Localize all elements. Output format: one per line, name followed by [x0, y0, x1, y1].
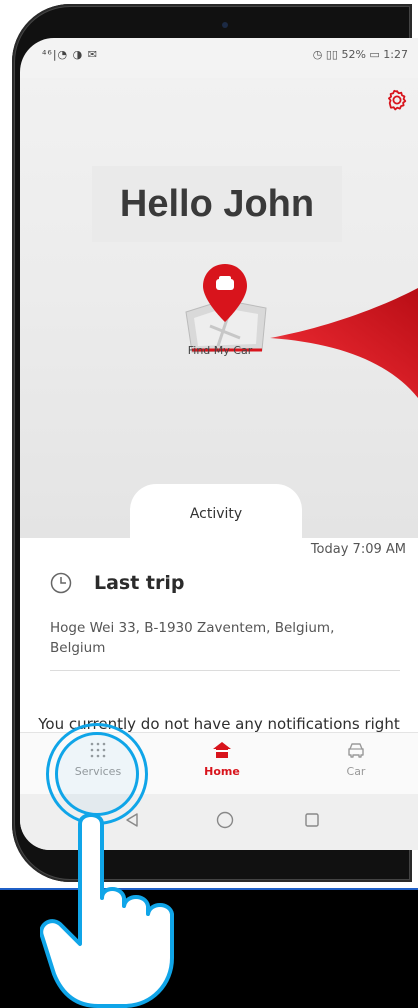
status-bar: ⁴⁶|◔ ◑ ✉ ◷ ▯▯ 52% ▭ 1:27	[20, 38, 418, 78]
gear-icon[interactable]	[385, 88, 409, 112]
tab-activity[interactable]: Activity	[130, 484, 302, 544]
nav-home[interactable]: Home	[182, 741, 262, 778]
pointing-hand-icon	[40, 813, 174, 1008]
tab-bar: Activity	[20, 484, 418, 544]
clock-icon	[50, 572, 72, 594]
status-left-icons: ⁴⁶|◔ ◑ ✉	[42, 48, 98, 61]
greeting-banner: Hello John	[92, 166, 342, 242]
divider	[50, 670, 400, 671]
tab-activity-label: Activity	[189, 506, 243, 522]
nav-home-label: Home	[204, 765, 240, 778]
tap-indicator-inner-ring	[55, 732, 139, 816]
nav-car[interactable]: Car	[316, 741, 396, 778]
home-circle-icon[interactable]	[216, 811, 234, 829]
status-right-info: ◷ ▯▯ 52% ▭ 1:27	[312, 48, 408, 61]
last-trip-title[interactable]: Last trip	[94, 572, 185, 594]
recents-square-icon[interactable]	[304, 812, 320, 828]
red-swoosh-decoration	[270, 288, 418, 398]
nav-car-label: Car	[346, 765, 366, 778]
greeting-title: Hello John	[119, 182, 315, 225]
front-camera	[222, 22, 228, 28]
car-icon	[348, 743, 364, 758]
last-trip-address: Hoge Wei 33, B-1930 Zaventem, Belgium, B…	[50, 620, 335, 656]
find-my-car-label[interactable]: Find My Car	[160, 344, 280, 357]
home-icon	[213, 742, 231, 758]
activity-timestamp: Today 7:09 AM	[310, 542, 406, 557]
